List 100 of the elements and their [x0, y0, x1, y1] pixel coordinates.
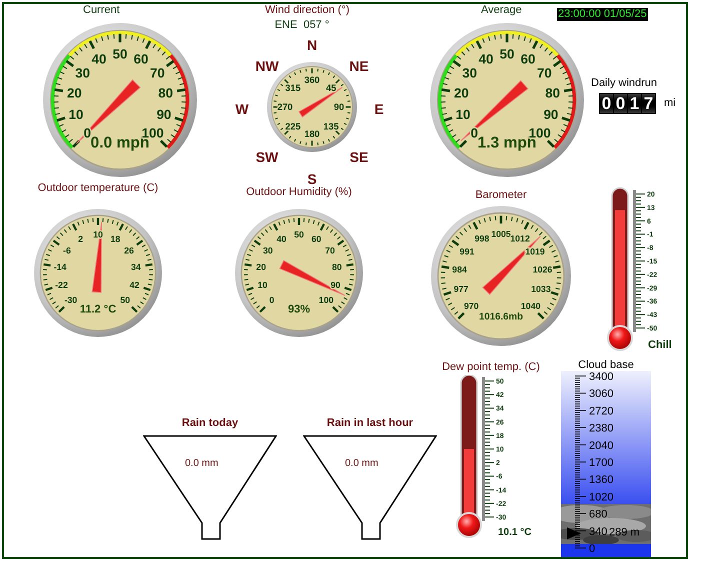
scale-label: 40: [478, 51, 494, 66]
odometer-digit: 7: [642, 94, 655, 113]
scale-label: 680: [589, 508, 608, 521]
windrun-unit: mi: [664, 96, 676, 112]
needle: [92, 222, 102, 293]
scale-label: 90: [330, 280, 340, 290]
scale-label: 20: [454, 85, 469, 100]
scale-label: 10: [456, 106, 470, 122]
scale-label: 30: [462, 65, 477, 80]
scale-label: 50: [112, 46, 128, 62]
scale-label: 2: [78, 234, 84, 244]
thermometer-reading: 10.1 °C: [498, 527, 532, 538]
gauge-title: Outdoor temperature (C): [38, 183, 158, 194]
gauge-title: Barometer: [475, 190, 527, 201]
rain-title: Rain today: [182, 418, 238, 429]
gauge-reading: 93%: [288, 304, 310, 316]
scale-label: 1360: [589, 474, 614, 486]
scale-label: 80: [158, 85, 173, 100]
gauge-title: Cloud base: [578, 360, 634, 371]
scale-label: 80: [545, 85, 560, 100]
scale-label: 315: [285, 83, 301, 94]
scale-label: 70: [150, 65, 165, 80]
scale-label: 20: [67, 85, 82, 100]
odometer-digit: 0: [600, 94, 613, 113]
scale-label: 1012: [510, 234, 530, 244]
scale-label: 40: [92, 51, 106, 66]
scale-label: 1040: [520, 300, 540, 311]
compass-point: W: [235, 101, 249, 117]
scale-label: 2040: [589, 440, 614, 452]
scale-label: 18: [110, 234, 120, 244]
scale-label: 60: [134, 51, 148, 66]
scale-label: 0: [269, 295, 274, 306]
compass-point: SE: [350, 149, 368, 165]
scale-label: 0: [589, 543, 596, 555]
scale-label: 100: [318, 295, 334, 306]
scale-label: 1026: [532, 264, 552, 274]
scale-label: 90: [544, 106, 558, 122]
scale-label: 60: [312, 234, 322, 244]
wind-direction-reading: ENE 057 °: [274, 20, 330, 31]
scale-label: 3060: [589, 388, 614, 400]
scale-label: 60: [520, 51, 536, 66]
rain-title: Rain in last hour: [326, 418, 414, 429]
scale-label: 1005: [491, 229, 511, 240]
scale-label: 80: [332, 262, 342, 272]
scale-label: 70: [537, 65, 552, 80]
scale-label: 991: [460, 246, 474, 256]
compass-point: E: [374, 101, 384, 117]
scale-label: 42: [130, 280, 140, 290]
scale-label: 50: [120, 295, 130, 306]
odometer-digit: 1: [628, 94, 641, 113]
scale-label: 45: [326, 83, 336, 94]
gauge-title: Outdoor Humidity (%): [246, 187, 352, 198]
needle: [279, 260, 346, 296]
rain-reading: 0.0 mm: [345, 458, 378, 469]
scale-label: 998: [474, 234, 490, 244]
gauge-title: Dew point temp. (C): [442, 362, 540, 373]
scale-label: 70: [325, 246, 335, 256]
scale-label: 90: [156, 106, 172, 122]
scale-label: 40: [276, 234, 286, 244]
scale-label: 0: [470, 125, 478, 140]
scale-label: 340: [589, 526, 608, 538]
scale-label: 20: [256, 262, 266, 272]
gauge-reading: 11.2 °C: [80, 304, 116, 316]
scale-label: 1020: [589, 491, 614, 504]
gauge-title: Wind direction (°): [265, 5, 350, 16]
gauge-reading: 1016.6mb: [479, 311, 523, 322]
scale-label: 180: [304, 129, 320, 140]
gauge-title: Average: [481, 5, 523, 16]
scale-label: 270: [277, 102, 293, 112]
scale-label: 1019: [525, 246, 545, 256]
scale-label: -14: [54, 262, 66, 272]
scale-label: 10: [68, 106, 84, 122]
scale-label: 2380: [589, 422, 614, 435]
scale-label: 3400: [589, 371, 614, 383]
scale-label: 977: [454, 284, 468, 294]
scale-label: -30: [64, 295, 78, 306]
scale-label: 50: [294, 230, 304, 240]
compass-point: NE: [349, 58, 369, 74]
scale-label: 1033: [531, 284, 551, 294]
compass-point: NW: [255, 58, 279, 74]
rain-reading: 0.0 mm: [185, 458, 218, 469]
windrun-label: Daily windrun: [591, 78, 658, 89]
compass-point: SW: [256, 149, 278, 165]
scale-label: 34: [131, 262, 141, 272]
cloud-base-reading: 289 m: [609, 526, 640, 538]
scale-label: 26: [124, 246, 134, 256]
scale-label: 970: [464, 300, 479, 311]
scale-label: 10: [258, 280, 268, 290]
scale-label: 135: [323, 121, 339, 132]
timestamp: 23:00:00 01/05/25: [557, 8, 648, 21]
scale-label: 30: [75, 65, 90, 80]
scale-label: 225: [285, 121, 301, 132]
scale-label: -22: [55, 280, 68, 290]
scale-label: 984: [452, 264, 467, 274]
scale-label: 2720: [589, 405, 614, 418]
compass-point: S: [307, 171, 317, 187]
thermometer-bulb: [607, 325, 633, 351]
thermometer-reading: Chill: [648, 339, 672, 351]
odometer-digit: 0: [614, 94, 627, 113]
scale-label: 30: [263, 246, 273, 256]
